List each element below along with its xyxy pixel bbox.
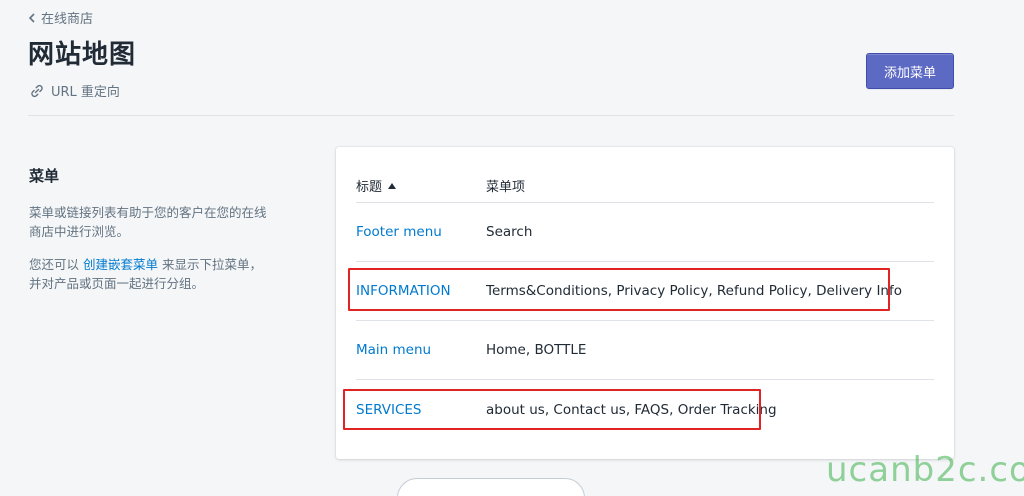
- section-description: 菜单或链接列表有助于您的客户在您的在线商店中进行浏览。: [29, 205, 267, 239]
- add-menu-button[interactable]: 添加菜单: [866, 53, 954, 89]
- breadcrumb[interactable]: 在线商店: [27, 8, 93, 27]
- url-redirect-label: URL 重定向: [51, 85, 120, 100]
- table-row: Footer menu Search: [356, 203, 934, 262]
- header-divider: [28, 115, 954, 116]
- menu-items-text: Home, BOTTLE: [486, 342, 587, 358]
- sort-ascending-icon: [388, 182, 397, 189]
- highlight-box-information: [348, 268, 890, 311]
- table-row: Main menu Home, BOTTLE: [356, 321, 934, 380]
- breadcrumb-label: 在线商店: [41, 12, 94, 27]
- menu-title-link[interactable]: Footer menu: [356, 224, 442, 240]
- link-icon: [31, 84, 43, 97]
- url-redirect-link[interactable]: URL 重定向: [29, 81, 120, 100]
- chevron-left-icon: [28, 12, 35, 23]
- page: 在线商店 网站地图 URL 重定向 添加菜单 菜单 菜单或链接列表有助于您的客户…: [0, 0, 1024, 496]
- desc-text-before: 您还可以: [29, 257, 83, 272]
- section-title: 菜单: [29, 167, 60, 185]
- create-nested-menu-link[interactable]: 创建嵌套菜单: [83, 257, 158, 272]
- section-description-nested: 您还可以 创建嵌套菜单 来显示下拉菜单，并对产品或页面一起进行分组。: [29, 255, 274, 293]
- table-header: 标题 菜单项: [356, 171, 934, 203]
- column-header-title-label: 标题: [356, 180, 383, 195]
- column-header-items: 菜单项: [486, 180, 526, 195]
- watermark: ucanb2c.com: [826, 450, 1024, 490]
- page-title: 网站地图: [28, 40, 137, 70]
- highlight-box-services: [343, 389, 761, 430]
- column-header-title[interactable]: 标题: [356, 176, 397, 195]
- menu-title-link[interactable]: Main menu: [356, 342, 431, 358]
- menu-items-text: Search: [486, 224, 533, 240]
- bottom-partial-button[interactable]: [397, 478, 585, 496]
